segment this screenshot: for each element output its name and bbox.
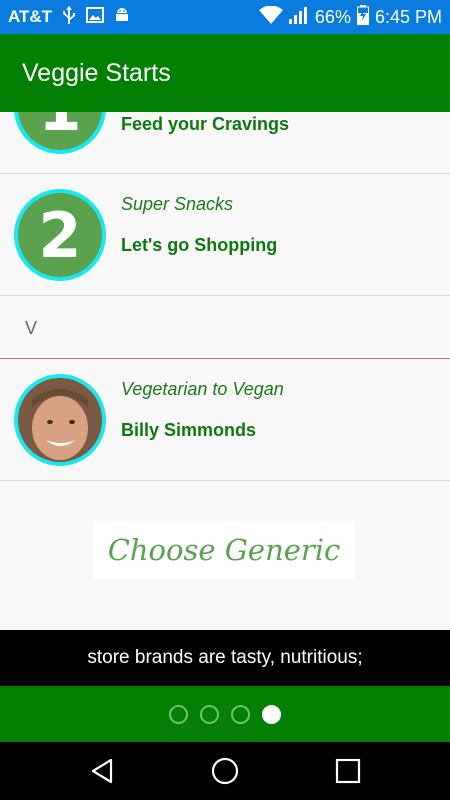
item-subtitle: Vegetarian to Vegan [121,379,284,399]
list-container[interactable]: 1 Feed your Cravings 2 Super Snacks Let'… [0,112,450,630]
signal-icon [288,6,309,29]
section-separator: V [0,296,450,359]
item-title: Billy Simmonds [121,420,257,440]
battery-icon [356,4,369,30]
carrier-label: AT&T [8,7,53,26]
step-number-badge: 2 [14,189,106,281]
screen: AT&T 66% 6:45 PM Veggie Starts Feed your… [0,0,450,800]
avatar [14,374,106,466]
list-item[interactable]: 1 Feed your Cravings [0,112,450,174]
wifi-icon [258,5,283,29]
step-number: 2 [38,198,82,272]
item-title: Let's go Shopping [121,235,278,255]
android-icon [114,6,130,29]
separator-label: V [25,318,38,338]
list-item[interactable]: 2 Super Snacks Let's go Shopping [0,174,450,296]
app-title: Veggie Starts [22,58,171,87]
recents-button[interactable] [328,751,368,791]
caption-bar: store brands are tasty, nutritious; [0,630,450,686]
back-button[interactable] [82,751,122,791]
page-dot[interactable] [169,704,188,724]
page-dot[interactable] [200,704,219,724]
status-bar: AT&T 66% 6:45 PM [0,0,450,34]
item-title: Feed your Cravings [121,114,290,134]
navigation-bar [0,742,450,800]
page-dot[interactable] [231,704,250,724]
clock: 6:45 PM [374,6,442,27]
home-button[interactable] [205,751,245,791]
page-dot-active[interactable] [262,704,281,724]
app-bar: Veggie Starts [0,34,450,112]
person-photo-icon [18,378,102,462]
step-number-badge: 1 [14,112,106,154]
recents-icon [336,758,361,784]
caption-text: store brands are tasty, nutritious; [87,647,363,668]
step-number: 1 [38,112,81,145]
list-item[interactable]: Vegetarian to Vegan Billy Simmonds [0,359,450,481]
home-icon [211,757,239,785]
image-icon [86,6,105,28]
banner-text: Choose Generic [107,533,341,567]
page-indicator [0,686,450,742]
back-icon [91,758,112,784]
usb-icon [62,5,76,29]
banner-image: Choose Generic [93,521,355,579]
item-subtitle: Super Snacks [121,194,234,214]
battery-percent: 66% [314,6,351,27]
